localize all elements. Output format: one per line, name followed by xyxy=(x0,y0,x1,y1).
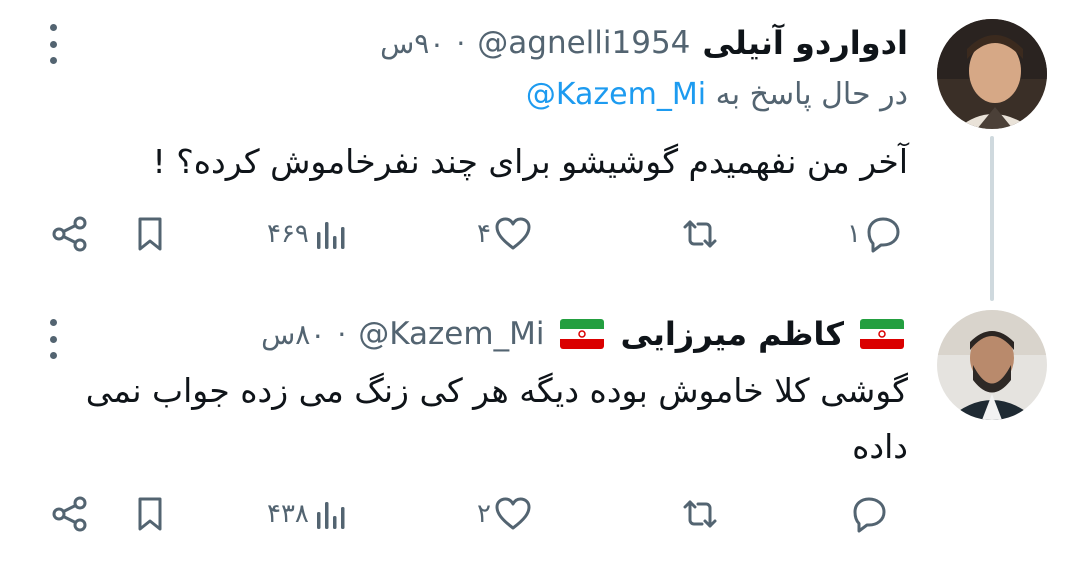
like-button[interactable]: ۴ xyxy=(475,204,533,264)
bookmark-button[interactable] xyxy=(130,484,170,544)
reply-icon xyxy=(867,217,900,253)
share-button[interactable] xyxy=(50,484,90,544)
views-count: ۴۶۹ xyxy=(267,219,309,249)
retweet-button[interactable] xyxy=(680,484,724,544)
replies-count: ۱ xyxy=(847,219,861,249)
mention-link[interactable]: @Kazem_Mi xyxy=(526,77,706,112)
tweet-2[interactable]: کاظم میرزایی @Kazem_Mi · ۸۰س گوشی کلا خا… xyxy=(0,295,1080,565)
views-icon xyxy=(316,502,345,529)
separator-dot: · xyxy=(337,317,347,351)
share-button[interactable] xyxy=(50,204,90,264)
more-vertical-icon[interactable] xyxy=(47,24,59,64)
views-button[interactable]: ۴۶۹ xyxy=(265,204,351,264)
heart-icon xyxy=(495,497,531,530)
replying-to: در حال پاسخ به @Kazem_Mi xyxy=(526,77,908,112)
tweet-1[interactable]: ادواردو آنیلی @agnelli1954 · ۹۰س در حال … xyxy=(0,0,1080,301)
avatar[interactable] xyxy=(937,310,1047,420)
reply-button[interactable] xyxy=(845,484,889,544)
tweet-header: کاظم میرزایی @Kazem_Mi · ۸۰س xyxy=(261,309,908,359)
iran-flag-icon xyxy=(560,319,605,349)
like-button[interactable]: ۲ xyxy=(475,484,533,544)
separator-dot: · xyxy=(456,26,466,60)
likes-count: ۴ xyxy=(477,219,491,249)
iran-flag-icon xyxy=(860,319,904,349)
bookmark-icon xyxy=(138,217,162,251)
retweet-icon xyxy=(683,220,717,248)
user-handle[interactable]: @Kazem_Mi xyxy=(358,316,544,352)
likes-count: ۲ xyxy=(477,499,491,529)
timestamp[interactable]: ۹۰س xyxy=(380,27,444,60)
reply-icon xyxy=(853,497,886,533)
views-button[interactable]: ۴۳۸ xyxy=(265,484,351,544)
share-icon xyxy=(52,496,87,532)
tweet-header: ادواردو آنیلی @agnelli1954 · ۹۰س xyxy=(380,18,908,68)
retweet-icon xyxy=(683,500,717,528)
user-handle[interactable]: @agnelli1954 xyxy=(477,25,690,61)
replying-prefix: در حال پاسخ به xyxy=(715,77,908,112)
display-name[interactable]: ادواردو آنیلی xyxy=(702,24,908,62)
reply-button[interactable]: ۱ xyxy=(845,204,903,264)
views-icon xyxy=(316,222,345,249)
avatar[interactable] xyxy=(937,19,1047,129)
tweet-text: گوشی کلا خاموش بوده دیگه هر کی زنگ می زد… xyxy=(85,371,908,466)
bookmark-button[interactable] xyxy=(130,204,170,264)
share-icon xyxy=(52,216,87,252)
heart-icon xyxy=(495,217,531,250)
timestamp[interactable]: ۸۰س xyxy=(261,318,325,351)
more-vertical-icon[interactable] xyxy=(47,319,59,359)
action-bar: ۴۳۸ ۲ xyxy=(0,484,1080,544)
display-name[interactable]: کاظم میرزایی xyxy=(620,315,844,353)
bookmark-icon xyxy=(138,497,162,531)
tweet-text: آخر من نفهمیدم گوشیشو برای چند نفرخاموش … xyxy=(152,142,909,181)
retweet-button[interactable] xyxy=(680,204,724,264)
views-count: ۴۳۸ xyxy=(267,499,309,529)
action-bar: ۴۶۹ ۴ ۱ xyxy=(0,204,1080,264)
